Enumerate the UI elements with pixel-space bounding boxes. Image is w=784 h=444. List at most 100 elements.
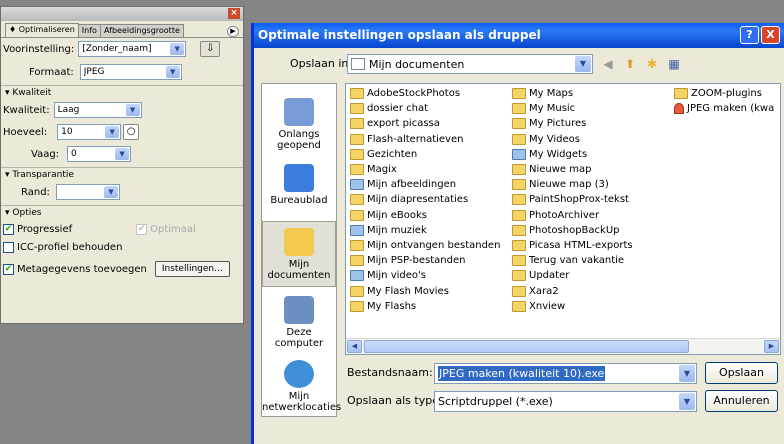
file-list-item[interactable]: Terug van vakantie: [512, 253, 633, 268]
file-list-item[interactable]: Mijn ontvangen bestanden: [350, 238, 500, 253]
folder-icon: [512, 255, 526, 267]
file-name: Picasa HTML-exports: [529, 239, 633, 251]
file-list-item[interactable]: My Widgets: [512, 147, 633, 162]
filename-value: JPEG maken (kwaliteit 10).exe: [438, 366, 606, 381]
back-icon[interactable]: ◀: [600, 56, 616, 72]
blur-select[interactable]: 0 ▼: [67, 146, 132, 162]
file-list-item[interactable]: My Flashs: [350, 299, 500, 314]
quality-section-header[interactable]: ▾ Kwaliteit: [1, 87, 243, 99]
palette-menu-icon[interactable]: ▶: [227, 26, 239, 37]
file-list-item[interactable]: PaintShopProx-tekst: [512, 192, 633, 207]
scroll-right-icon[interactable]: ▶: [764, 340, 779, 353]
file-list-item[interactable]: My Music: [512, 101, 633, 116]
file-list-item[interactable]: Mijn video's: [350, 268, 500, 283]
new-folder-icon[interactable]: ✱: [644, 56, 660, 72]
file-list-item[interactable]: Xara2: [512, 283, 633, 298]
quality-row: Kwaliteit: Laag ▼: [3, 101, 142, 119]
file-list-item[interactable]: PhotoshopBackUp: [512, 223, 633, 238]
file-list-item[interactable]: Mijn diapresentaties: [350, 192, 500, 207]
up-folder-icon[interactable]: ⬆: [622, 56, 638, 72]
file-list-item[interactable]: ZOOM-plugins: [674, 86, 774, 101]
file-name: PhotoArchiver: [529, 209, 600, 221]
filename-input[interactable]: JPEG maken (kwaliteit 10).exe ▼: [434, 363, 697, 384]
folder-icon: [512, 270, 526, 282]
preset-select[interactable]: [Zonder_naam] ▼: [78, 41, 187, 57]
chevron-down-icon: ▼: [679, 365, 695, 382]
place-network[interactable]: Mijn netwerklocaties: [262, 360, 341, 413]
palette-titlebar[interactable]: ×: [1, 7, 243, 21]
cancel-button[interactable]: Annuleren: [705, 390, 778, 412]
file-list-item[interactable]: dossier chat: [350, 101, 500, 116]
scroll-left-icon[interactable]: ◀: [347, 340, 362, 353]
file-list-item[interactable]: Mijn PSP-bestanden: [350, 253, 500, 268]
file-list-item[interactable]: Mijn muziek: [350, 223, 500, 238]
file-list-item[interactable]: Xnview: [512, 299, 633, 314]
file-list-item[interactable]: Picasa HTML-exports: [512, 238, 633, 253]
mask-icon[interactable]: ○: [123, 124, 140, 140]
horizontal-scrollbar[interactable]: ◀ ▶: [346, 338, 780, 354]
transparency-section-header[interactable]: ▾ Transparantie: [1, 169, 243, 181]
amount-select[interactable]: 10 ▼: [57, 124, 122, 140]
view-menu-icon[interactable]: ▦: [666, 56, 682, 72]
file-list-item[interactable]: PhotoArchiver: [512, 208, 633, 223]
progressive-checkbox[interactable]: ✔: [3, 223, 14, 235]
folder-icon: [350, 179, 364, 191]
settings-button[interactable]: Instellingen...: [154, 261, 230, 277]
place-desktop[interactable]: Bureaublad: [262, 164, 336, 206]
documents-icon: [351, 58, 365, 70]
file-list-item[interactable]: Gezichten: [350, 147, 500, 162]
file-list-item[interactable]: Flash-alternatieven: [350, 132, 500, 147]
format-select[interactable]: JPEG ▼: [79, 64, 182, 80]
file-list-item[interactable]: AdobeStockPhotos: [350, 86, 500, 101]
file-list-item[interactable]: Mijn eBooks: [350, 208, 500, 223]
tab-info[interactable]: Info: [77, 24, 101, 37]
file-list-item[interactable]: export picassa: [350, 116, 500, 131]
blur-value: 0: [71, 149, 77, 159]
matte-select[interactable]: ▼: [55, 184, 120, 200]
file-list-item[interactable]: Mijn afbeeldingen: [350, 177, 500, 192]
save-button[interactable]: Opslaan: [705, 362, 778, 384]
file-list-item[interactable]: My Flash Movies: [350, 283, 500, 298]
file-list-item[interactable]: Updater: [512, 268, 633, 283]
filetype-select[interactable]: Scriptdruppel (*.exe) ▼: [434, 391, 697, 412]
place-my-computer[interactable]: Deze computer: [262, 296, 336, 349]
tab-image-size[interactable]: Afbeeldingsgrootte: [99, 24, 184, 37]
place-recent[interactable]: Onlangs geopend: [262, 98, 336, 151]
nav-toolbar: ◀ ⬆ ✱ ▦: [600, 56, 682, 72]
palette-close-button[interactable]: ×: [228, 8, 240, 19]
file-list-item[interactable]: Nieuwe map: [512, 162, 633, 177]
chevron-down-icon: ▼: [575, 56, 591, 72]
file-name: Updater: [529, 270, 570, 282]
file-list-item[interactable]: JPEG maken (kwa: [674, 101, 774, 116]
folder-icon: [350, 148, 364, 160]
place-my-documents[interactable]: Mijn documenten: [262, 221, 336, 287]
file-list-item[interactable]: My Videos: [512, 132, 633, 147]
file-list-item[interactable]: My Pictures: [512, 116, 633, 131]
dialog-titlebar[interactable]: Optimale instellingen opslaan als druppe…: [254, 23, 784, 48]
my-documents-icon: [284, 228, 314, 256]
file-list-item[interactable]: Magix: [350, 162, 500, 177]
help-button[interactable]: ?: [740, 26, 759, 44]
metadata-checkbox[interactable]: ✔: [3, 263, 14, 275]
file-name: ZOOM-plugins: [691, 88, 762, 100]
options-section-header[interactable]: ▾ Opties: [1, 207, 243, 219]
file-list-item[interactable]: My Maps: [512, 86, 633, 101]
chevron-down-icon: ▼: [115, 148, 130, 160]
file-list-item[interactable]: Nieuwe map (3): [512, 177, 633, 192]
look-in-select[interactable]: Mijn documenten ▼: [347, 54, 593, 74]
close-button[interactable]: X: [761, 26, 780, 44]
file-name: Nieuwe map (3): [529, 179, 609, 191]
tab-optimize[interactable]: ♦ Optimaliseren: [5, 23, 79, 37]
quality-label: Kwaliteit:: [3, 104, 50, 116]
icc-checkbox[interactable]: [3, 241, 14, 253]
scroll-thumb[interactable]: [364, 340, 689, 353]
chevron-down-icon: ▼: [103, 186, 118, 198]
place-my-documents-label: Mijn documenten: [267, 259, 331, 281]
folder-icon: [512, 118, 526, 130]
palette-options-icon[interactable]: ⇩: [200, 41, 221, 57]
folder-icon: [350, 194, 364, 206]
file-list: AdobeStockPhotos dossier chat export picas…: [345, 83, 781, 355]
file-column-2: My Maps My Music My Pictures My Videos My Wi…: [512, 86, 633, 314]
file-name: PhotoshopBackUp: [529, 224, 620, 236]
quality-select[interactable]: Laag ▼: [53, 102, 142, 118]
